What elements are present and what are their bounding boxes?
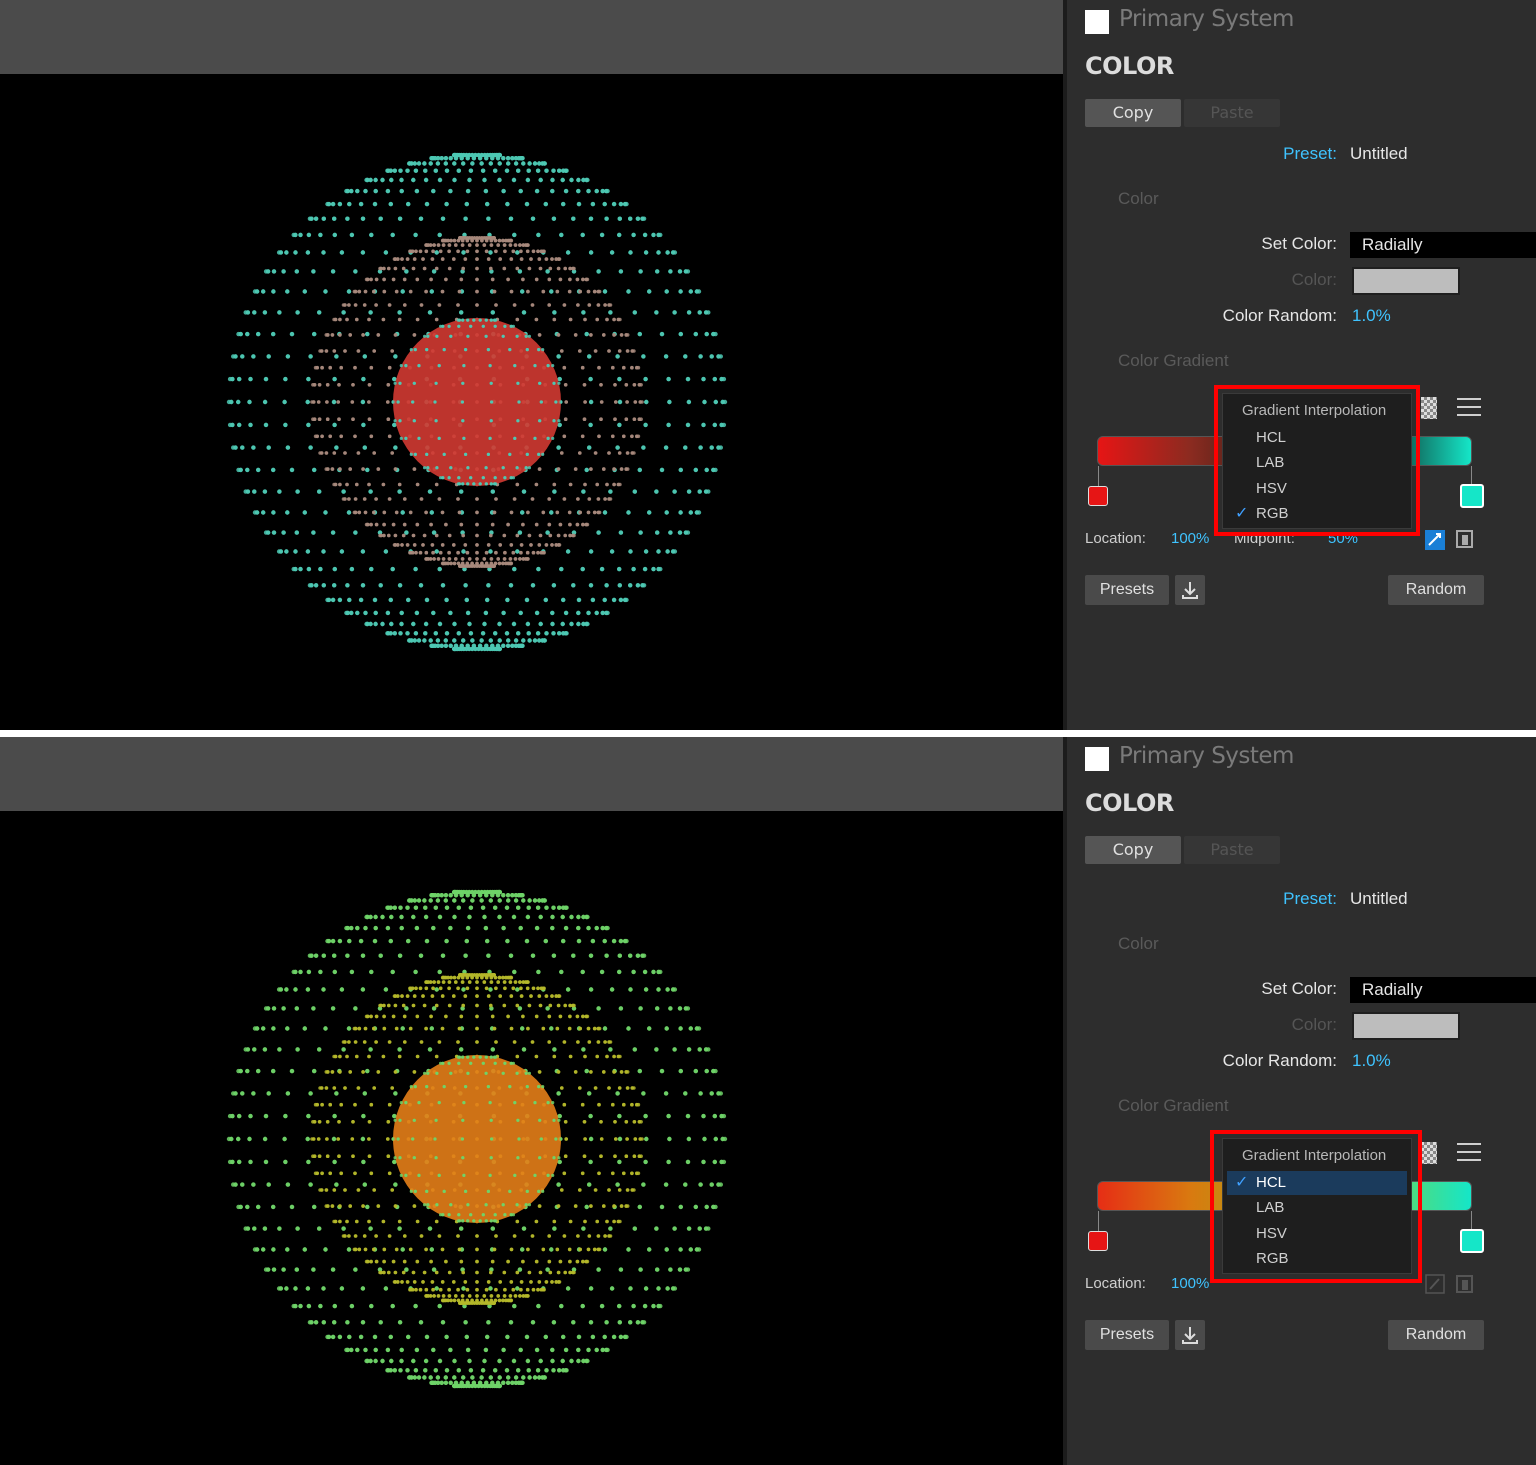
gradient-group-title: Color Gradient bbox=[1118, 351, 1229, 370]
stop-line-right bbox=[1471, 466, 1472, 486]
set-color-select[interactable]: Radially bbox=[1350, 977, 1536, 1003]
set-color-label: Set Color: bbox=[1261, 234, 1337, 253]
system-title: Primary System bbox=[1119, 743, 1294, 769]
render-viewport[interactable] bbox=[0, 811, 1063, 1465]
paste-button[interactable]: Paste bbox=[1184, 836, 1280, 864]
section-title: COLOR bbox=[1085, 789, 1174, 817]
color-label: Color: bbox=[1291, 270, 1337, 289]
particle-sphere bbox=[226, 889, 728, 1389]
location-value[interactable]: 100% bbox=[1171, 1275, 1209, 1292]
gradient-group-title: Color Gradient bbox=[1118, 1096, 1229, 1115]
random-button[interactable]: Random bbox=[1388, 1320, 1484, 1350]
download-icon bbox=[1182, 1327, 1198, 1344]
location-value[interactable]: 100% bbox=[1171, 530, 1209, 547]
gradient-stop-left[interactable] bbox=[1088, 486, 1108, 506]
screenshot-after: Primary System COLOR Copy Paste Preset: … bbox=[0, 737, 1536, 1465]
color-random-label: Color Random: bbox=[1222, 306, 1337, 325]
location-label: Location: bbox=[1085, 530, 1146, 547]
color-random-value[interactable]: 1.0% bbox=[1352, 306, 1391, 326]
presets-button[interactable]: Presets bbox=[1085, 1320, 1169, 1350]
color-label: Color: bbox=[1291, 1015, 1337, 1034]
stop-line-left bbox=[1098, 1211, 1099, 1231]
color-random-value[interactable]: 1.0% bbox=[1352, 1051, 1391, 1071]
download-button[interactable] bbox=[1175, 575, 1205, 605]
copy-button[interactable]: Copy bbox=[1085, 99, 1181, 127]
color-group-title: Color bbox=[1118, 934, 1159, 953]
viewport-toolbar bbox=[0, 0, 1063, 74]
copy-button[interactable]: Copy bbox=[1085, 836, 1181, 864]
section-title: COLOR bbox=[1085, 52, 1174, 80]
highlight-box bbox=[1210, 1130, 1422, 1283]
duplicate-stop-icon[interactable] bbox=[1455, 1274, 1475, 1294]
color-well[interactable] bbox=[1352, 1012, 1460, 1040]
system-title: Primary System bbox=[1119, 6, 1294, 32]
checkerboard-icon[interactable] bbox=[1421, 1142, 1437, 1164]
stop-line-right bbox=[1471, 1211, 1472, 1231]
hamburger-menu-icon[interactable] bbox=[1457, 398, 1481, 418]
swap-stop-icon[interactable] bbox=[1425, 1274, 1445, 1294]
viewport-toolbar bbox=[0, 737, 1063, 811]
paste-button[interactable]: Paste bbox=[1184, 99, 1280, 127]
checkerboard-icon[interactable] bbox=[1421, 397, 1437, 419]
system-visibility-toggle[interactable] bbox=[1085, 10, 1109, 34]
hamburger-menu-icon[interactable] bbox=[1457, 1143, 1481, 1163]
color-random-label: Color Random: bbox=[1222, 1051, 1337, 1070]
screenshot-before: Primary System COLOR Copy Paste Preset: … bbox=[0, 0, 1536, 730]
preset-value[interactable]: Untitled bbox=[1350, 889, 1408, 909]
gradient-stop-left[interactable] bbox=[1088, 1231, 1108, 1251]
system-visibility-toggle[interactable] bbox=[1085, 747, 1109, 771]
properties-panel: Primary System COLOR Copy Paste Preset: … bbox=[1067, 737, 1536, 1465]
preset-value[interactable]: Untitled bbox=[1350, 144, 1408, 164]
presets-button[interactable]: Presets bbox=[1085, 575, 1169, 605]
swap-stop-icon[interactable] bbox=[1424, 529, 1446, 551]
color-group-title: Color bbox=[1118, 189, 1159, 208]
gradient-stop-right[interactable] bbox=[1460, 484, 1484, 508]
preset-label: Preset: bbox=[1283, 144, 1337, 163]
gradient-stop-right[interactable] bbox=[1460, 1229, 1484, 1253]
render-viewport[interactable] bbox=[0, 74, 1063, 730]
color-well[interactable] bbox=[1352, 267, 1460, 295]
duplicate-stop-icon[interactable] bbox=[1455, 529, 1475, 549]
properties-panel: Primary System COLOR Copy Paste Preset: … bbox=[1067, 0, 1536, 730]
random-button[interactable]: Random bbox=[1388, 575, 1484, 605]
download-icon bbox=[1182, 582, 1198, 599]
particle-sphere bbox=[226, 152, 728, 652]
preset-label: Preset: bbox=[1283, 889, 1337, 908]
set-color-label: Set Color: bbox=[1261, 979, 1337, 998]
highlight-box bbox=[1214, 385, 1420, 536]
set-color-select[interactable]: Radially bbox=[1350, 232, 1536, 258]
stop-line-left bbox=[1098, 466, 1099, 486]
download-button[interactable] bbox=[1175, 1320, 1205, 1350]
location-label: Location: bbox=[1085, 1275, 1146, 1292]
